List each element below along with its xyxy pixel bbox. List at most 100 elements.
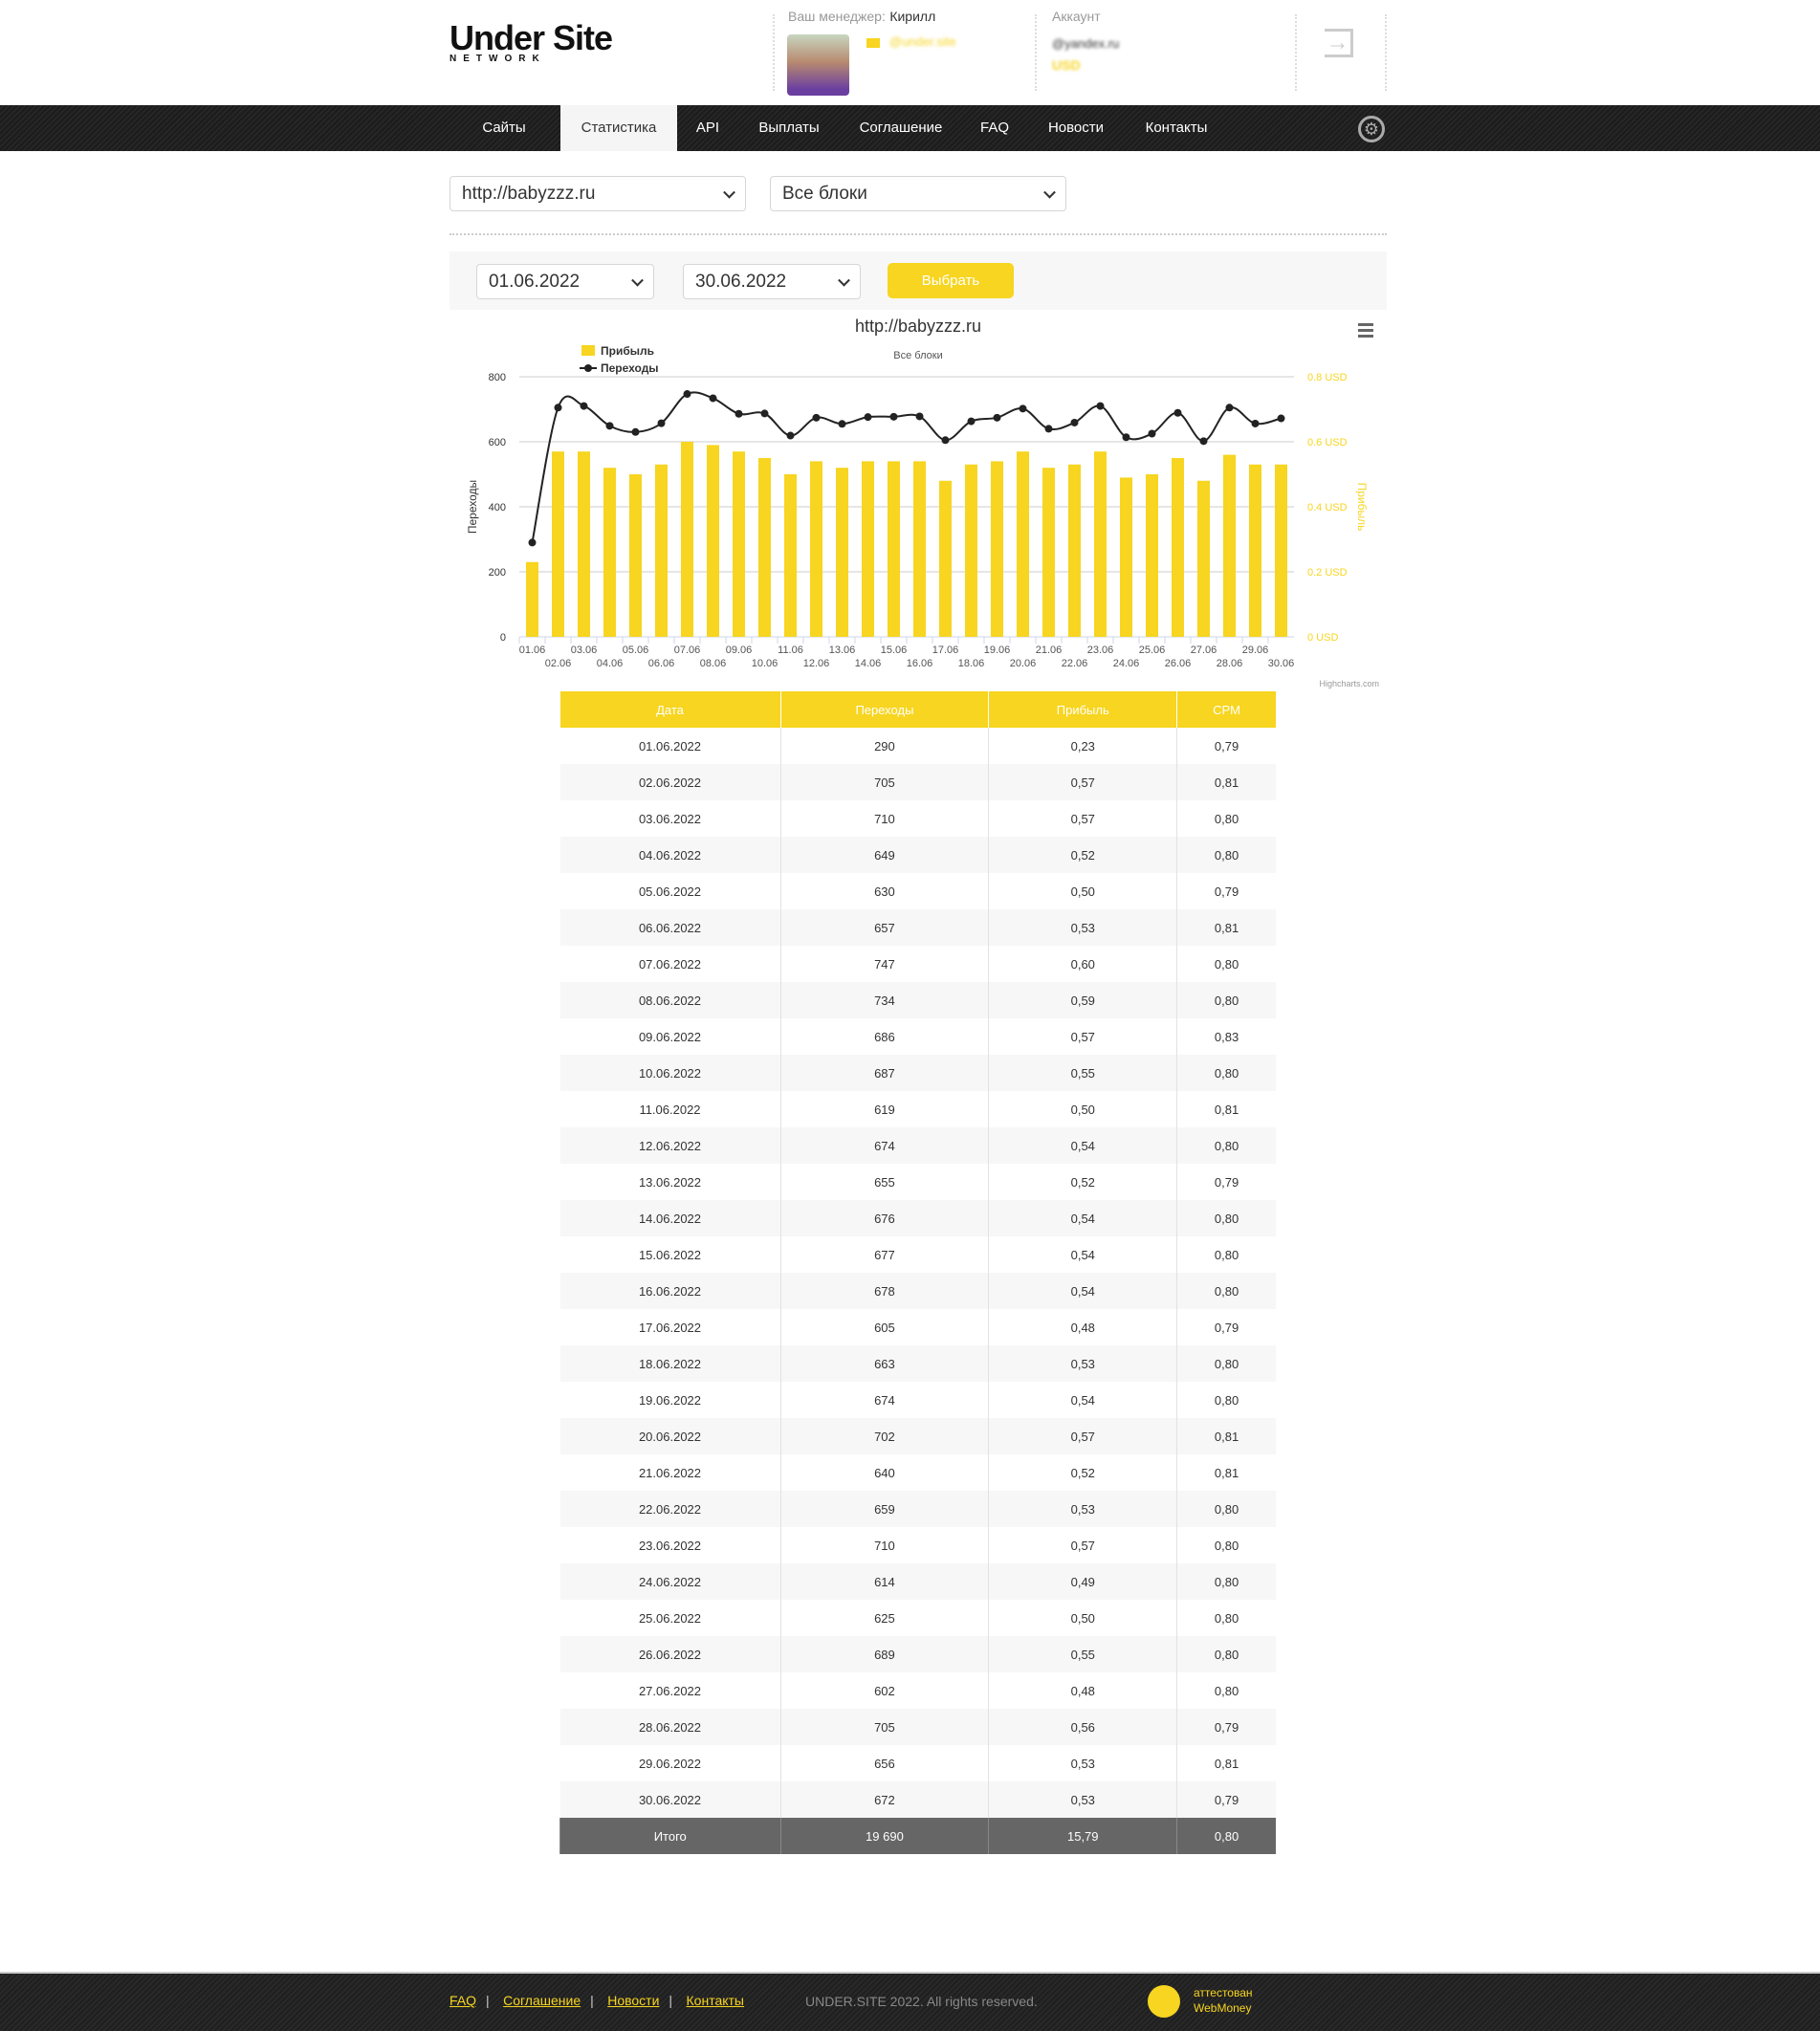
- y-left-axis-label: Переходы: [466, 480, 479, 534]
- y-right-tick: 0.6 USD: [1307, 437, 1348, 448]
- transitions-point: [735, 409, 743, 418]
- legend-profit[interactable]: Прибыль: [601, 344, 654, 358]
- nav-sites[interactable]: Сайты: [465, 105, 543, 151]
- table-row: 20.06.2022 702 0,57 0,81: [559, 1418, 1276, 1454]
- account-balance: USD: [1052, 57, 1081, 73]
- table-cell: 0,53: [988, 1781, 1177, 1818]
- x-tick-label: 14.06: [855, 658, 882, 669]
- table-cell: 686: [779, 1018, 989, 1055]
- transitions-point: [631, 427, 640, 436]
- y-left-tick: 600: [489, 437, 506, 448]
- footer: FAQ | Соглашение | Новости | Контакты UNDER…: [0, 1972, 1820, 2031]
- table-cell: 0,57: [988, 800, 1177, 837]
- table-cell: 0,81: [1176, 1091, 1276, 1127]
- nav-news[interactable]: Новости: [1041, 105, 1111, 151]
- x-tick-label: 26.06: [1165, 658, 1192, 669]
- nav-statistics[interactable]: Статистика: [560, 105, 677, 151]
- column-header: Прибыль: [988, 691, 1177, 728]
- submit-button[interactable]: Выбрать: [888, 263, 1014, 298]
- footer-link-agreement[interactable]: Соглашение: [503, 1993, 581, 2008]
- table-cell: 05.06.2022: [638, 884, 702, 899]
- profit-bar: [784, 474, 797, 637]
- nav-faq[interactable]: FAQ: [974, 105, 1016, 151]
- table-row: 09.06.2022 686 0,57 0,83: [560, 1018, 1276, 1055]
- table-cell: 0,79: [1176, 873, 1276, 909]
- footer-link-faq[interactable]: FAQ: [450, 1993, 476, 2008]
- table-row: 27.06.2022 602 0,48 0,80: [560, 1672, 1276, 1709]
- transitions-point: [1225, 404, 1234, 412]
- transitions-point: [1044, 425, 1053, 433]
- table-cell: 11.06.2022: [639, 1102, 701, 1117]
- transitions-point: [760, 409, 769, 418]
- chart-credit[interactable]: Highcharts.com: [1319, 679, 1379, 688]
- table-cell: 0,52: [988, 1454, 1177, 1491]
- gear-icon[interactable]: ⚙: [1358, 116, 1385, 142]
- table-cell: 14.06.2022: [559, 1200, 780, 1236]
- x-tick-label: 05.06: [623, 644, 649, 656]
- table-cell: 0,79: [1176, 1709, 1276, 1745]
- table-cell: 0,80: [1176, 1127, 1276, 1164]
- table-cell: 702: [779, 1418, 989, 1454]
- table-cell: 710: [779, 800, 989, 837]
- table-cell: 0,79: [1176, 1164, 1276, 1200]
- transitions-point: [554, 404, 562, 412]
- transitions-point: [605, 422, 614, 430]
- footer-link-contacts[interactable]: Контакты: [687, 1993, 744, 2008]
- nav-contacts[interactable]: Контакты: [1136, 105, 1217, 151]
- x-tick-label: 12.06: [803, 658, 830, 669]
- table-cell: 0,80: [1176, 1491, 1276, 1527]
- x-tick-label: 22.06: [1062, 658, 1088, 669]
- profit-bar: [836, 468, 848, 637]
- table-cell: 01.06.2022: [638, 738, 702, 753]
- total-cell: 0,80: [1176, 1818, 1276, 1854]
- x-tick-label: 04.06: [597, 658, 624, 669]
- site-select[interactable]: http://babyzzz.ru: [450, 176, 746, 211]
- x-tick-label: 08.06: [700, 658, 727, 669]
- table-cell: 17.06.2022: [638, 1320, 702, 1335]
- chart-menu-icon[interactable]: [1358, 323, 1373, 340]
- table-cell: 0,59: [988, 982, 1177, 1018]
- chevron-down-icon: [631, 273, 644, 287]
- legend-transitions[interactable]: Переходы: [601, 361, 659, 375]
- nav-agreement[interactable]: Соглашение: [851, 105, 951, 151]
- date-to-select[interactable]: 30.06.2022: [683, 264, 861, 299]
- webmoney-icon[interactable]: [1148, 1985, 1180, 2018]
- transitions-point: [941, 436, 950, 445]
- table-row: 12.06.2022 674 0,54 0,80: [559, 1127, 1276, 1164]
- table-cell: 602: [779, 1672, 989, 1709]
- transitions-point: [1122, 433, 1130, 442]
- nav-payouts[interactable]: Выплаты: [750, 105, 828, 151]
- table-cell: 16.06.2022: [559, 1273, 780, 1309]
- logout-icon[interactable]: →: [1325, 29, 1353, 57]
- table-cell: 0,81: [1176, 1454, 1276, 1491]
- table-cell: 0,80: [1176, 1382, 1276, 1418]
- table-cell: 0,53: [988, 1491, 1177, 1527]
- table-cell: 0,54: [988, 1236, 1177, 1273]
- manager-email-link[interactable]: @under.site: [889, 34, 956, 49]
- transitions-point: [580, 402, 588, 410]
- x-tick-label: 09.06: [726, 644, 753, 656]
- table-row: 11.06.2022 619 0,50 0,81: [560, 1091, 1276, 1127]
- profit-bar: [1068, 464, 1081, 637]
- blocks-select[interactable]: Все блоки: [770, 176, 1066, 211]
- mail-icon: [866, 38, 880, 48]
- account-label: Аккаунт: [1052, 9, 1101, 24]
- x-tick-label: 15.06: [881, 644, 908, 656]
- table-row: 03.06.2022 710 0,57 0,80: [560, 800, 1276, 837]
- table-row: 21.06.2022 640 0,52 0,81: [560, 1454, 1276, 1491]
- nav-api[interactable]: API: [687, 105, 729, 151]
- divider: [1385, 14, 1387, 91]
- x-tick-label: 28.06: [1217, 658, 1243, 669]
- table-cell: 0,53: [988, 909, 1177, 946]
- date-from-select[interactable]: 01.06.2022: [476, 264, 654, 299]
- chevron-down-icon: [1043, 186, 1056, 199]
- logo[interactable]: Under Site NETWORK: [450, 21, 641, 69]
- table-row: 08.06.2022 734 0,59 0,80: [559, 982, 1276, 1018]
- table-cell: 0,52: [988, 1164, 1177, 1200]
- profit-bar: [939, 480, 952, 637]
- table-cell: 0,53: [988, 1745, 1177, 1781]
- transitions-point: [812, 413, 821, 422]
- table-cell: 20.06.2022: [559, 1418, 780, 1454]
- x-tick-label: 24.06: [1113, 658, 1140, 669]
- footer-link-news[interactable]: Новости: [607, 1993, 659, 2008]
